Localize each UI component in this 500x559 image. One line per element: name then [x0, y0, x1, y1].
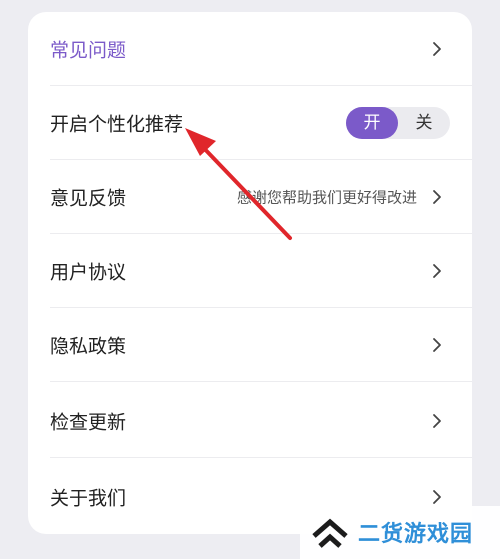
settings-item-check-update[interactable]: 检查更新 [28, 384, 472, 458]
settings-card: 常见问题 开启个性化推荐 开 关 意见反馈 感谢您帮助我们更好得改进 用户协议 … [28, 12, 472, 534]
settings-item-label: 用户协议 [50, 261, 127, 284]
settings-item-label: 意见反馈 [50, 187, 127, 210]
divider [50, 381, 472, 382]
double-chevron-up-icon [312, 518, 348, 548]
personalized-recommendation-toggle[interactable]: 开 关 [346, 107, 450, 139]
settings-item-privacy-policy[interactable]: 隐私政策 [28, 308, 472, 382]
settings-item-label: 关于我们 [50, 487, 127, 510]
settings-item-label: 常见问题 [50, 39, 127, 62]
toggle-on-option[interactable]: 开 [346, 107, 398, 139]
chevron-right-icon [432, 337, 442, 353]
watermark: 二货游戏园 [300, 506, 500, 559]
chevron-right-icon [432, 413, 442, 429]
chevron-right-icon [432, 263, 442, 279]
chevron-right-icon [432, 489, 442, 505]
chevron-right-icon [432, 189, 442, 205]
chevron-right-icon [432, 41, 442, 57]
settings-item-feedback[interactable]: 意见反馈 感谢您帮助我们更好得改进 [28, 160, 472, 234]
divider [50, 457, 472, 458]
settings-item-personalized-recommendation: 开启个性化推荐 开 关 [28, 86, 472, 160]
settings-item-user-agreement[interactable]: 用户协议 [28, 234, 472, 308]
watermark-text: 二货游戏园 [358, 522, 474, 547]
settings-item-label: 隐私政策 [50, 335, 127, 358]
settings-item-label: 开启个性化推荐 [50, 113, 184, 136]
settings-item-faq[interactable]: 常见问题 [28, 12, 472, 86]
settings-item-label: 检查更新 [50, 411, 127, 434]
feedback-subtitle: 感谢您帮助我们更好得改进 [236, 188, 417, 207]
toggle-off-option[interactable]: 关 [398, 107, 450, 139]
